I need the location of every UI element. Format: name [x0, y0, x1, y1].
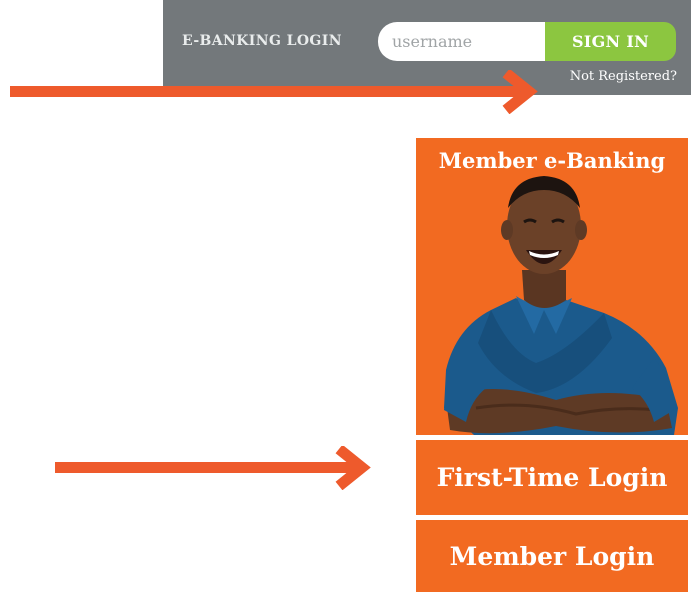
arrow-right-icon — [10, 70, 538, 114]
username-input[interactable] — [378, 22, 545, 61]
member-ebanking-hero: Member e-Banking — [416, 138, 688, 435]
smiling-man-photo — [444, 176, 678, 435]
sign-in-button[interactable]: SIGN IN — [545, 22, 676, 61]
not-registered-link[interactable]: Not Registered? — [570, 69, 677, 84]
member-ebanking-panel: Member e-Banking First-Time Login Member… — [416, 138, 688, 592]
login-title: E-BANKING LOGIN — [182, 33, 342, 49]
member-login-button[interactable]: Member Login — [416, 520, 688, 592]
member-ebanking-title: Member e-Banking — [438, 148, 666, 173]
arrow-right-icon — [55, 446, 371, 490]
first-time-login-button[interactable]: First-Time Login — [416, 440, 688, 515]
